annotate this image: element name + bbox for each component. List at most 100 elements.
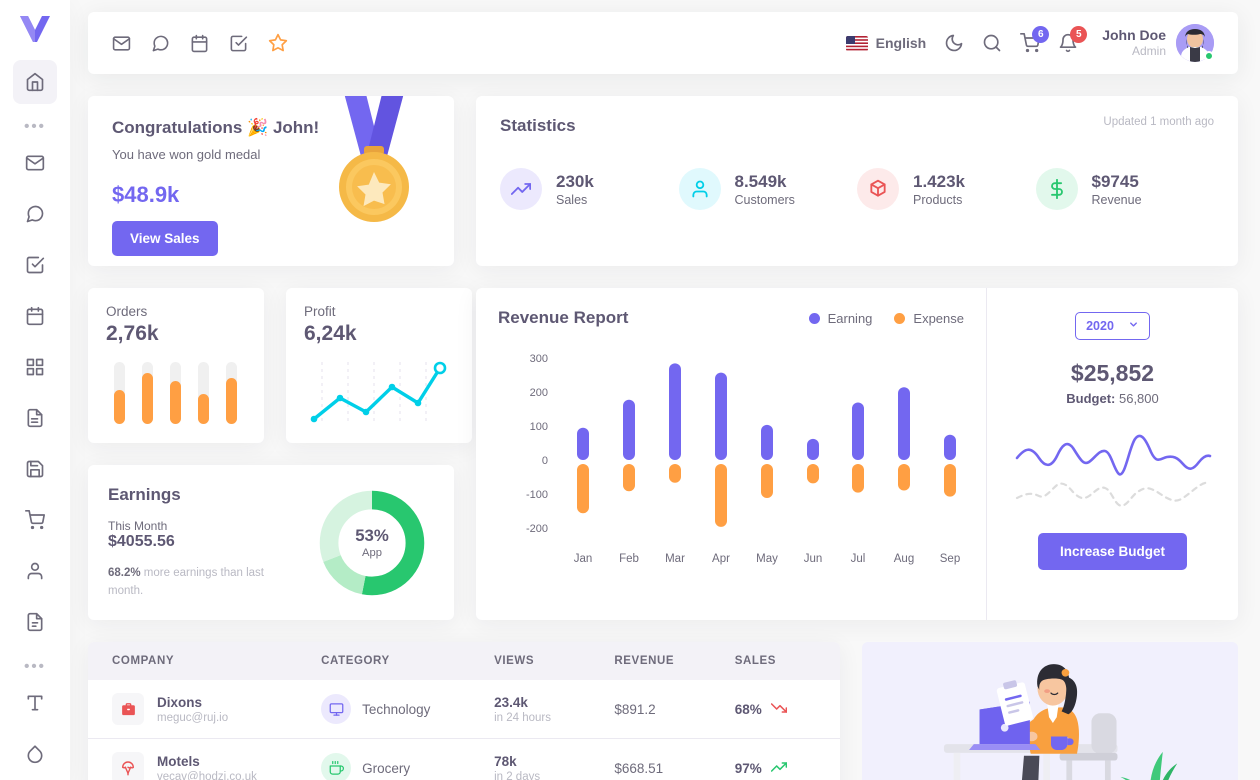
main-content: English 6 5 John Doe Admin Congratulatio… [70, 0, 1260, 780]
cart-icon[interactable]: 6 [1020, 26, 1050, 53]
svg-text:0: 0 [542, 455, 548, 467]
budget-label: Budget: [1066, 391, 1116, 406]
svg-text:Jun: Jun [804, 553, 823, 565]
sidebar-item-typography[interactable] [13, 681, 57, 725]
budget-value: $25,852 [1070, 360, 1155, 386]
earnings-title: Earnings [108, 485, 181, 504]
cell-revenue: $668.51 [614, 738, 735, 780]
profit-card: Profit 6,24k [286, 288, 472, 443]
user-name: John Doe [1102, 27, 1166, 44]
user-menu[interactable]: John Doe Admin [1102, 24, 1214, 62]
sales-cell: 68% [735, 700, 840, 719]
calendar-icon[interactable] [190, 34, 209, 53]
view-sales-button[interactable]: View Sales [112, 221, 218, 256]
star-icon[interactable] [268, 33, 288, 53]
revenue-bar-chart: 300 200 100 0 -100 -200 Jan Feb Mar Apr [526, 353, 960, 565]
company-cell: Dixons meguc@ruj.io [112, 693, 321, 725]
left-column: Orders 2,76k Profit 6,24k Earnings This … [88, 288, 472, 620]
svg-text:200: 200 [530, 387, 548, 399]
increase-budget-button[interactable]: Increase Budget [1037, 533, 1188, 570]
budget-amount: 56,800 [1118, 391, 1159, 406]
cart-badge: 6 [1032, 26, 1050, 43]
year-select[interactable]: 2020 [1075, 312, 1150, 340]
trending-up-icon [500, 168, 542, 210]
statistics-card: Statistics Updated 1 month ago 230k Sale… [476, 96, 1238, 266]
earnings-donut-chart: 53% App [316, 483, 434, 602]
sidebar-item-calendar[interactable] [13, 294, 57, 338]
sidebar-item-ecommerce[interactable] [13, 498, 57, 542]
table-header-row: COMPANY CATEGORY VIEWS REVENUE SALES [88, 642, 840, 680]
box-icon [857, 168, 899, 210]
svg-text:Feb: Feb [619, 553, 639, 565]
views-value: 23.4k [494, 694, 528, 710]
views-sub: in 24 hours [494, 712, 551, 725]
sidebar-item-invoice[interactable] [13, 396, 57, 440]
earnings-period-label: This Month [108, 519, 168, 533]
category-label: Technology [362, 701, 431, 717]
user-icon [678, 168, 721, 210]
moon-icon[interactable] [944, 33, 964, 53]
sidebar-item-pages[interactable] [13, 600, 57, 644]
cell-sales: 97% [734, 738, 840, 780]
congratulations-card: Congratulations 🎉 John! You have won gol… [88, 96, 454, 266]
svg-text:Jan: Jan [574, 553, 593, 565]
parachute-icon [112, 752, 144, 780]
th-category: CATEGORY [321, 642, 495, 680]
sales-percent: 68% [734, 701, 762, 717]
table-row[interactable]: Motels vecav@hodzi.co.uk Grocery 78k in … [88, 738, 840, 780]
svg-text:Apr: Apr [712, 553, 730, 565]
company-email: meguc@ruj.io [157, 712, 229, 725]
svg-text:100: 100 [530, 421, 548, 433]
sidebar-item-email[interactable] [13, 141, 57, 185]
orders-title: Orders [106, 304, 148, 319]
sidebar-item-chat[interactable] [13, 192, 57, 236]
mini-cards-row: Orders 2,76k Profit 6,24k [88, 288, 472, 443]
company-table-card: COMPANY CATEGORY VIEWS REVENUE SALES Dix… [88, 642, 840, 780]
cell-company: Motels vecav@hodzi.co.uk [88, 738, 322, 780]
revenue-title: Revenue Report [498, 308, 629, 327]
monitor-icon [321, 694, 352, 724]
legend-dot-earning [808, 312, 820, 324]
row-table-illustration: COMPANY CATEGORY VIEWS REVENUE SALES Dix… [88, 642, 1238, 780]
bell-icon[interactable]: 5 [1058, 26, 1088, 53]
svg-text:Sep: Sep [940, 553, 960, 565]
statistics-updated: Updated 1 month ago [1103, 116, 1214, 128]
cell-revenue: $891.2 [614, 680, 735, 739]
stat-value: 8.549k [734, 172, 787, 192]
sidebar-item-user[interactable] [13, 549, 57, 593]
row-orders-profit-revenue: Orders 2,76k Profit 6,24k Earnings This … [88, 288, 1238, 620]
svg-text:Mar: Mar [665, 553, 685, 565]
budget-section: 2020 $25,852 Budget: 56,800 Increase Bud… [986, 288, 1238, 620]
avatar[interactable] [1176, 24, 1214, 62]
svg-text:300: 300 [530, 353, 548, 365]
sidebar-item-save[interactable] [13, 447, 57, 491]
category-label: Grocery [362, 760, 411, 776]
chat-icon[interactable] [151, 34, 170, 53]
mail-icon[interactable] [112, 34, 131, 53]
budget-subtitle: Budget: 56,800 [1007, 391, 1218, 406]
orders-value: 2,76k [106, 322, 159, 345]
sidebar-item-apps[interactable] [13, 345, 57, 389]
legend-expense: Expense [894, 311, 964, 326]
earnings-note: 68.2% more earnings than last month. [108, 565, 268, 601]
svg-text:Aug: Aug [894, 553, 914, 565]
search-icon[interactable] [982, 33, 1002, 53]
category-cell: Grocery [321, 753, 494, 780]
dollar-icon [1035, 168, 1078, 210]
stat-value: $9745 [1091, 172, 1139, 192]
sidebar-item-todo[interactable] [13, 243, 57, 287]
legend-earning: Earning [808, 311, 872, 326]
language-selector[interactable]: English [845, 35, 926, 51]
app-logo[interactable] [13, 12, 57, 46]
app-root: ••• ••• English 6 5 John Doe Admin Congr… [0, 0, 1260, 780]
budget-line-chart [1015, 434, 1211, 507]
sidebar-item-colors[interactable] [13, 732, 57, 776]
legend-dot-expense [894, 312, 906, 324]
sidebar-item-home[interactable] [13, 60, 57, 105]
navbar-right: English 6 5 John Doe Admin [845, 24, 1214, 62]
table-row[interactable]: Dixons meguc@ruj.io Technology 23.4k in … [88, 680, 840, 739]
check-square-icon[interactable] [229, 34, 248, 53]
coffee-icon [321, 753, 352, 780]
stat-label: Revenue [1091, 192, 1142, 207]
stat-value: 1.423k [913, 172, 965, 192]
